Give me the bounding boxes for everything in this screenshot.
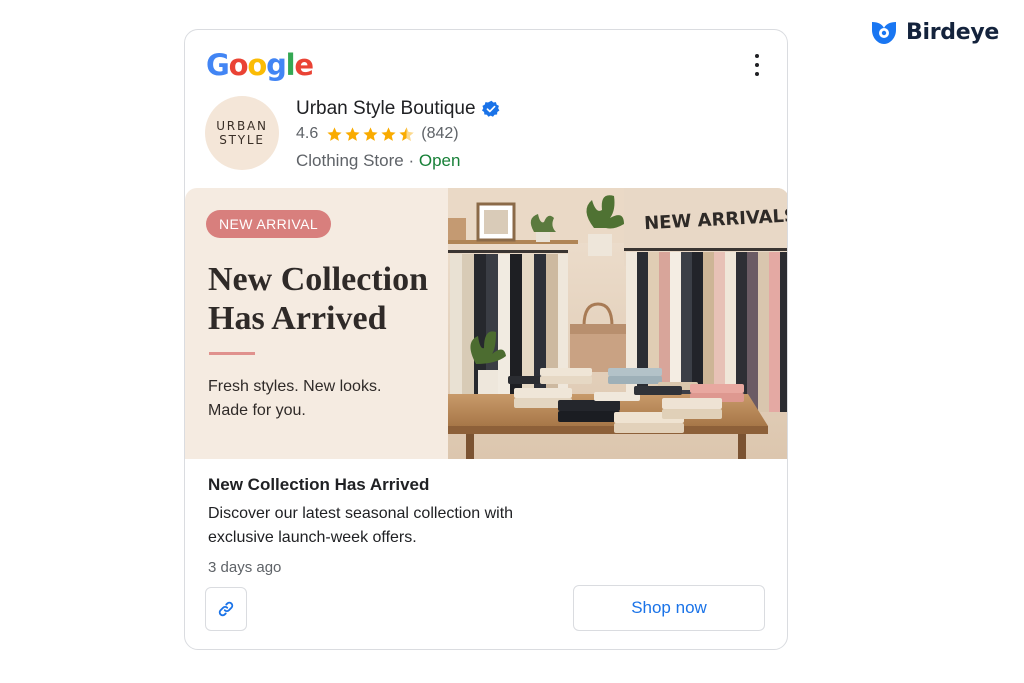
rating-row: 4.6 (842) (296, 125, 459, 143)
open-status: Open (418, 151, 461, 170)
business-category: Clothing Store (296, 151, 404, 170)
category-row: Clothing Store · Open (296, 151, 460, 171)
rating-value: 4.6 (296, 125, 319, 142)
birdeye-brand: Birdeye (868, 16, 999, 48)
star-full-icon (363, 126, 378, 141)
business-name-row: Urban Style Boutique (296, 98, 500, 120)
banner-headline: New Collection Has Arrived (208, 261, 429, 337)
google-post-card: Google URBAN STYLE Urban Style Boutique … (184, 29, 788, 650)
tagline-line-2: Made for you. (208, 402, 306, 419)
birdeye-logo-icon (872, 22, 896, 44)
post-title: New Collection Has Arrived (208, 475, 430, 494)
star-rating (326, 126, 415, 143)
tagline-line-1: Fresh styles. New looks. (208, 378, 382, 395)
banner-tagline: Fresh styles. New looks. Made for you. (208, 375, 428, 423)
avatar-line-2: STYLE (219, 133, 265, 147)
verified-badge-icon (481, 100, 499, 117)
brand-name: Birdeye (906, 19, 999, 45)
review-count[interactable]: (842) (421, 125, 458, 143)
shop-now-button[interactable]: Shop now (573, 585, 765, 631)
avatar-line-1: URBAN (216, 119, 268, 133)
kebab-menu-icon[interactable] (749, 52, 765, 78)
link-icon (218, 601, 234, 617)
store-photo: NEW ARRIVALS (448, 188, 787, 459)
star-full-icon (327, 126, 342, 141)
post-banner-image[interactable]: NEW ARRIVAL New Collection Has Arrived F… (185, 188, 787, 459)
star-full-icon (345, 126, 360, 141)
business-avatar: URBAN STYLE (205, 96, 279, 170)
post-description: Discover our latest seasonal collection … (208, 505, 514, 546)
google-logo: Google (206, 48, 314, 82)
new-arrival-badge: NEW ARRIVAL (206, 210, 332, 238)
post-timestamp: 3 days ago (208, 559, 282, 576)
business-name[interactable]: Urban Style Boutique (296, 98, 476, 120)
category-separator: · (403, 151, 419, 170)
star-full-icon (381, 126, 396, 141)
banner-divider (209, 352, 255, 355)
star-half-icon (399, 126, 414, 141)
copy-link-button[interactable] (205, 587, 247, 631)
